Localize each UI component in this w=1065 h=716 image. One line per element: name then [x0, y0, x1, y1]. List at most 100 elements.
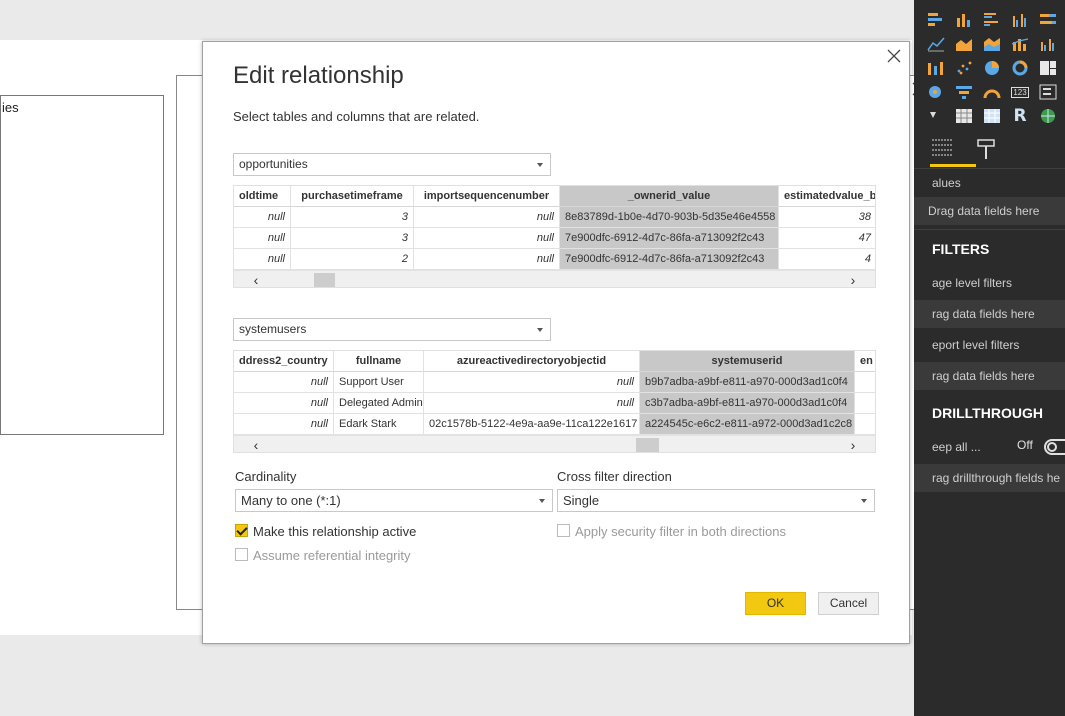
keep-all-filters-toggle[interactable] — [1044, 439, 1065, 455]
table-cell: Delegated Admin — [334, 393, 424, 414]
table-row: null 3 null 8e83789d-1b0e-4d70-903b-5d35… — [234, 207, 875, 228]
column-header[interactable]: ddress2_country — [234, 351, 334, 372]
table2-preview-grid[interactable]: ddress2_country fullname azureactivedire… — [233, 350, 876, 453]
table-visual-icon[interactable] — [950, 104, 978, 128]
close-icon[interactable] — [886, 48, 902, 64]
make-active-label: Make this relationship active — [253, 524, 417, 539]
table1-selected: opportunities — [239, 157, 308, 171]
toggle-state-label: Off — [1017, 438, 1033, 452]
table-cell: 7e900dfc-6912-4d7c-86fa-a713092f2c43 — [560, 228, 779, 249]
scroll-right-icon[interactable]: › — [845, 437, 861, 452]
globe-icon[interactable] — [1034, 104, 1062, 128]
table1-preview-grid[interactable]: oldtime purchasetimeframe importsequence… — [233, 185, 876, 288]
drillthrough-header: DRILLTHROUGH — [932, 405, 1043, 421]
scroll-thumb[interactable] — [636, 438, 659, 452]
tab-format[interactable] — [976, 137, 998, 165]
matrix-icon[interactable] — [978, 104, 1006, 128]
table1-select[interactable]: opportunities — [233, 153, 551, 176]
funnel-icon[interactable] — [950, 80, 978, 104]
table2-select[interactable]: systemusers — [233, 318, 551, 341]
stacked-column-chart-icon[interactable] — [950, 8, 978, 32]
table-cell: a224545c-e6c2-e811-a972-000d3ad1c2c8 — [640, 414, 855, 435]
table-cell: 8e83789d-1b0e-4d70-903b-5d35e46e4558 — [560, 207, 779, 228]
chevron-down-icon — [537, 163, 543, 167]
selected-column-header[interactable]: systemuserid — [640, 351, 855, 372]
table2-selected: systemusers — [239, 322, 307, 336]
scroll-left-icon[interactable]: ‹ — [248, 272, 264, 287]
column-header[interactable]: azureactivedirectoryobjectid — [424, 351, 640, 372]
horizontal-scrollbar[interactable]: ‹ › — [234, 270, 875, 287]
table-cell: null — [234, 372, 334, 393]
line-chart-icon[interactable] — [922, 32, 950, 56]
column-header[interactable]: purchasetimeframe — [291, 186, 414, 207]
chevron-down-icon — [539, 499, 545, 503]
multi-row-card-icon[interactable] — [1034, 80, 1062, 104]
table-cell: Edark Stark — [334, 414, 424, 435]
dialog-title: Edit relationship — [233, 62, 404, 89]
scroll-left-icon[interactable]: ‹ — [248, 437, 264, 452]
table-row: null 2 null 7e900dfc-6912-4d7c-86fa-a713… — [234, 249, 875, 270]
table-cell: 38 — [779, 207, 875, 228]
table-cell — [855, 372, 875, 393]
table-cell: 3 — [291, 228, 414, 249]
report-level-filters-label: eport level filters — [932, 338, 1020, 352]
table-cell: c3b7adba-a9bf-e811-a970-000d3ad1c0f4 — [640, 393, 855, 414]
ribbon-chart-icon[interactable] — [922, 56, 950, 80]
column-header[interactable]: estimatedvalue_ba — [779, 186, 875, 207]
table-cell: null — [424, 372, 640, 393]
column-header[interactable]: oldtime — [234, 186, 291, 207]
values-placeholder: Drag data fields here — [928, 204, 1040, 218]
fields-icon — [932, 139, 952, 156]
security-filter-checkbox[interactable] — [557, 524, 570, 537]
referential-integrity-checkbox[interactable] — [235, 548, 248, 561]
cardinality-selected: Many to one (*:1) — [241, 493, 341, 508]
column-header[interactable]: importsequencenumber — [414, 186, 560, 207]
cross-filter-select[interactable]: Single — [557, 489, 875, 512]
table-row: null Edark Stark 02c1578b-5122-4e9a-aa9e… — [234, 414, 875, 435]
column-header[interactable]: fullname — [334, 351, 424, 372]
table-cell: null — [414, 249, 560, 270]
gauge-icon[interactable] — [978, 80, 1006, 104]
cardinality-label: Cardinality — [235, 469, 297, 484]
table-cell: Support User — [334, 372, 424, 393]
line-column-chart-icon[interactable] — [1006, 32, 1034, 56]
make-active-checkbox[interactable] — [235, 524, 248, 537]
table-cell: null — [414, 228, 560, 249]
paint-roller-icon — [977, 139, 995, 159]
column-header[interactable]: en — [855, 351, 875, 372]
pie-chart-icon[interactable] — [978, 56, 1006, 80]
donut-chart-icon[interactable] — [1006, 56, 1034, 80]
tab-fields[interactable] — [930, 137, 976, 167]
canvas-visual[interactable]: ies — [0, 95, 164, 435]
area-chart-icon[interactable] — [950, 32, 978, 56]
r-visual-icon[interactable]: R — [1006, 104, 1034, 128]
cardinality-select[interactable]: Many to one (*:1) — [235, 489, 553, 512]
table-row: null 3 null 7e900dfc-6912-4d7c-86fa-a713… — [234, 228, 875, 249]
table-cell: null — [234, 249, 291, 270]
scroll-right-icon[interactable]: › — [845, 272, 861, 287]
filters-header: FILTERS — [932, 241, 990, 257]
report-filters-placeholder: rag data fields here — [932, 369, 1035, 383]
cancel-button[interactable]: Cancel — [818, 592, 879, 615]
table-cell: b9b7adba-a9bf-e811-a970-000d3ad1c0f4 — [640, 372, 855, 393]
100-bar-chart-icon[interactable] — [1034, 8, 1062, 32]
clustered-bar-chart-icon[interactable] — [978, 8, 1006, 32]
scatter-chart-icon[interactable] — [950, 56, 978, 80]
card-icon[interactable]: 123 — [1006, 80, 1034, 104]
stacked-area-chart-icon[interactable] — [978, 32, 1006, 56]
values-label: alues — [932, 176, 961, 190]
stacked-bar-chart-icon[interactable] — [922, 8, 950, 32]
scroll-thumb[interactable] — [314, 273, 335, 287]
toggle-knob — [1047, 442, 1057, 452]
table-header-row: oldtime purchasetimeframe importsequence… — [234, 186, 875, 207]
cross-filter-label: Cross filter direction — [557, 469, 672, 484]
line-clustered-column-icon[interactable] — [1034, 32, 1062, 56]
map-icon[interactable] — [922, 80, 950, 104]
kpi-icon[interactable] — [922, 104, 950, 128]
selected-column-header[interactable]: _ownerid_value — [560, 186, 779, 207]
clustered-column-chart-icon[interactable] — [1006, 8, 1034, 32]
ok-button[interactable]: OK — [745, 592, 806, 615]
treemap-icon[interactable] — [1034, 56, 1062, 80]
page-filters-placeholder: rag data fields here — [932, 307, 1035, 321]
horizontal-scrollbar[interactable]: ‹ › — [234, 435, 875, 452]
